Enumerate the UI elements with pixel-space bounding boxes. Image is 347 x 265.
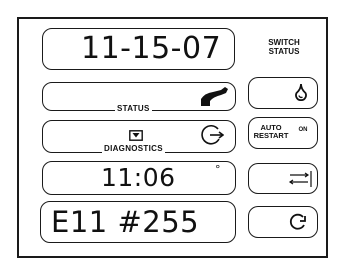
status-label: STATUS	[115, 104, 152, 113]
auto-restart-button[interactable]: AUTO RESTART ON	[248, 117, 318, 149]
switch-status-header: SWITCH STATUS	[268, 38, 300, 56]
auto-restart-label: AUTO RESTART	[253, 123, 289, 140]
water-drop-icon	[294, 83, 308, 101]
date-display: 11-15-07	[42, 28, 235, 70]
error-code-value: E11 #255	[51, 205, 200, 239]
time-value: 11:06	[101, 163, 176, 192]
rotate-arrow-icon[interactable]	[198, 123, 225, 147]
transfer-switch-button[interactable]	[248, 163, 318, 194]
diagnostics-label: DIAGNOSTICS	[102, 144, 165, 153]
time-display: 11:06 °	[42, 161, 236, 195]
cycle-switch-button[interactable]	[248, 206, 318, 238]
transfer-arrows-icon	[287, 170, 313, 188]
hose-nozzle-icon	[199, 85, 231, 107]
date-value: 11-15-07	[81, 31, 222, 66]
error-code-display: E11 #255	[40, 201, 236, 243]
circular-arrow-icon	[289, 212, 307, 232]
diagnostics-box-icon	[129, 126, 143, 141]
auto-restart-state: ON	[298, 127, 308, 133]
water-switch-button[interactable]	[248, 77, 318, 109]
degree-mark: °	[215, 163, 221, 176]
